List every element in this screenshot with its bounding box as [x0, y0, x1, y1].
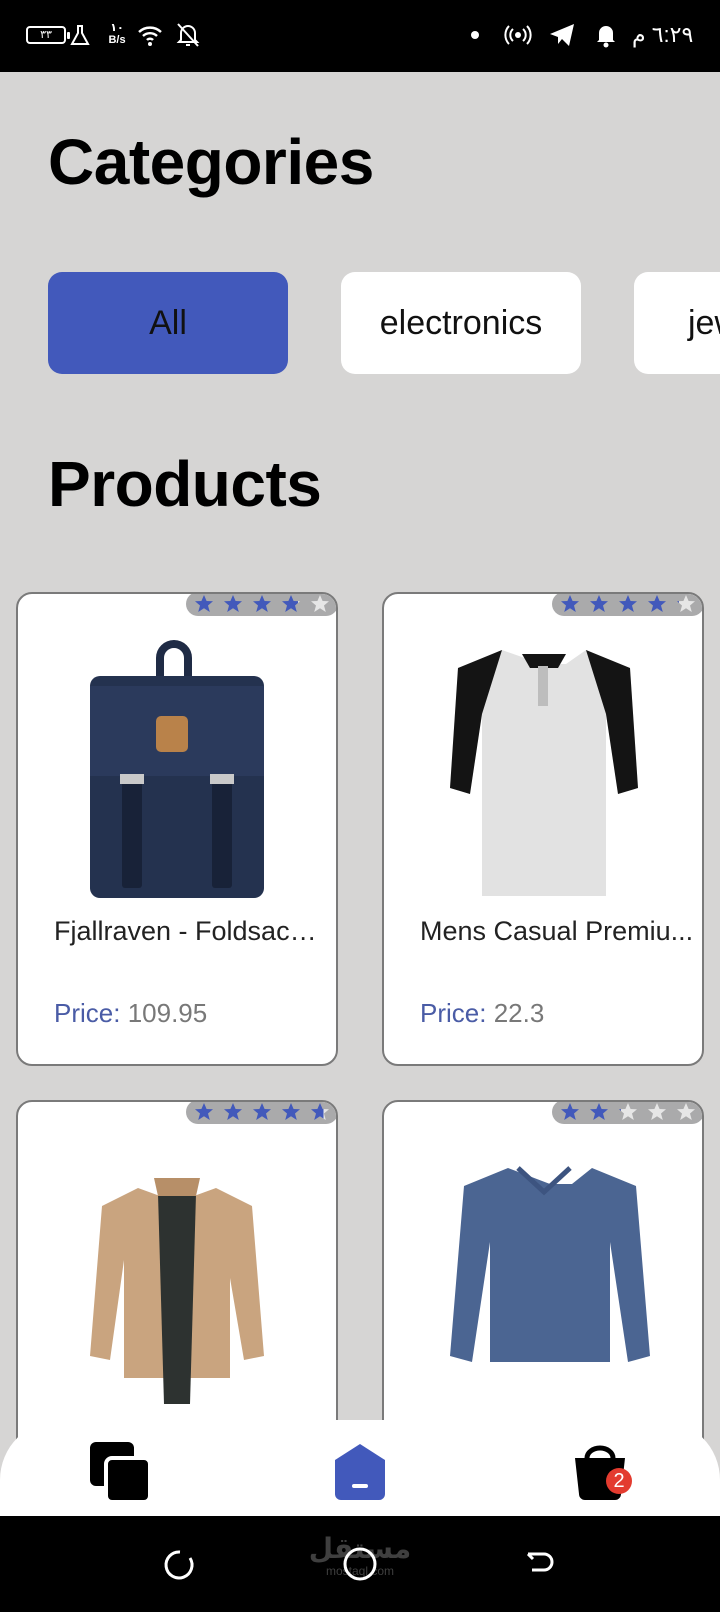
- star-icon: [281, 595, 300, 612]
- cart-count-badge: 2: [606, 1468, 632, 1494]
- clock: ٦:٢٩ م: [632, 22, 694, 47]
- star-icon: [224, 595, 243, 612]
- star-icon: [618, 1103, 637, 1120]
- net-speed: ١٠ B/s: [108, 22, 126, 46]
- products-heading: Products: [48, 448, 322, 520]
- home-icon[interactable]: [325, 1438, 395, 1508]
- product-card[interactable]: Fjallraven - Foldsack ... Price: 109.95: [16, 592, 338, 1066]
- star-icon: [618, 595, 637, 612]
- star-icon: [310, 1103, 329, 1120]
- star-icon: [281, 1103, 300, 1120]
- product-price: Price: 109.95: [54, 998, 208, 1028]
- product-image-shirt: [450, 650, 638, 896]
- category-list[interactable]: All electronics jewelery: [0, 272, 720, 374]
- star-icon: [195, 1103, 214, 1120]
- star-icon: [195, 595, 214, 612]
- star-icon: [310, 595, 329, 612]
- wifi-icon: [138, 26, 162, 46]
- bottom-navigation: [0, 1420, 720, 1516]
- recent-apps-icon[interactable]: [162, 1548, 196, 1582]
- battery-icon: ٣٣: [26, 26, 70, 44]
- star-icon: [224, 1103, 243, 1120]
- system-navigation-bar: مستقل mostaql.com: [0, 1516, 720, 1612]
- star-icon: [561, 595, 580, 612]
- star-icon: [252, 595, 271, 612]
- telegram-icon: [550, 24, 574, 46]
- rating: [186, 594, 336, 616]
- rating: [552, 1102, 702, 1124]
- product-card[interactable]: Mens Casual Premiu... Price: 22.3: [382, 592, 704, 1066]
- bell-off-icon: [176, 23, 200, 47]
- bell-icon: [597, 26, 615, 48]
- status-bar: ٣٣ ١٠ B/s ٦:٢٩ م: [0, 0, 720, 72]
- star-icon: [647, 1103, 666, 1120]
- product-image-tshirt: [450, 1166, 650, 1362]
- dot-icon: [471, 31, 479, 39]
- product-image-jacket: [90, 1178, 264, 1404]
- product-name: Mens Casual Premiu...: [420, 916, 694, 946]
- categories-icon[interactable]: [86, 1438, 156, 1508]
- product-image-backpack: [90, 640, 264, 898]
- star-icon: [252, 1103, 271, 1120]
- rating: [186, 1102, 336, 1124]
- hotspot-icon: [504, 25, 532, 45]
- star-icon: [590, 595, 609, 612]
- back-icon[interactable]: [522, 1548, 556, 1582]
- product-name: Fjallraven - Foldsack ...: [54, 916, 328, 946]
- category-chip-all[interactable]: All: [48, 272, 288, 374]
- star-icon: [676, 1103, 695, 1120]
- star-icon: [561, 1103, 580, 1120]
- rating: [552, 594, 702, 616]
- product-price: Price: 22.3: [420, 998, 545, 1028]
- star-icon: [590, 1103, 609, 1120]
- categories-heading: Categories: [48, 126, 374, 198]
- star-icon: [676, 595, 695, 612]
- category-chip-electronics[interactable]: electronics: [341, 272, 581, 374]
- flask-icon: [70, 25, 90, 45]
- home-button-icon[interactable]: [342, 1546, 378, 1582]
- star-icon: [647, 595, 666, 612]
- category-chip-jewelery[interactable]: jewelery: [634, 272, 720, 374]
